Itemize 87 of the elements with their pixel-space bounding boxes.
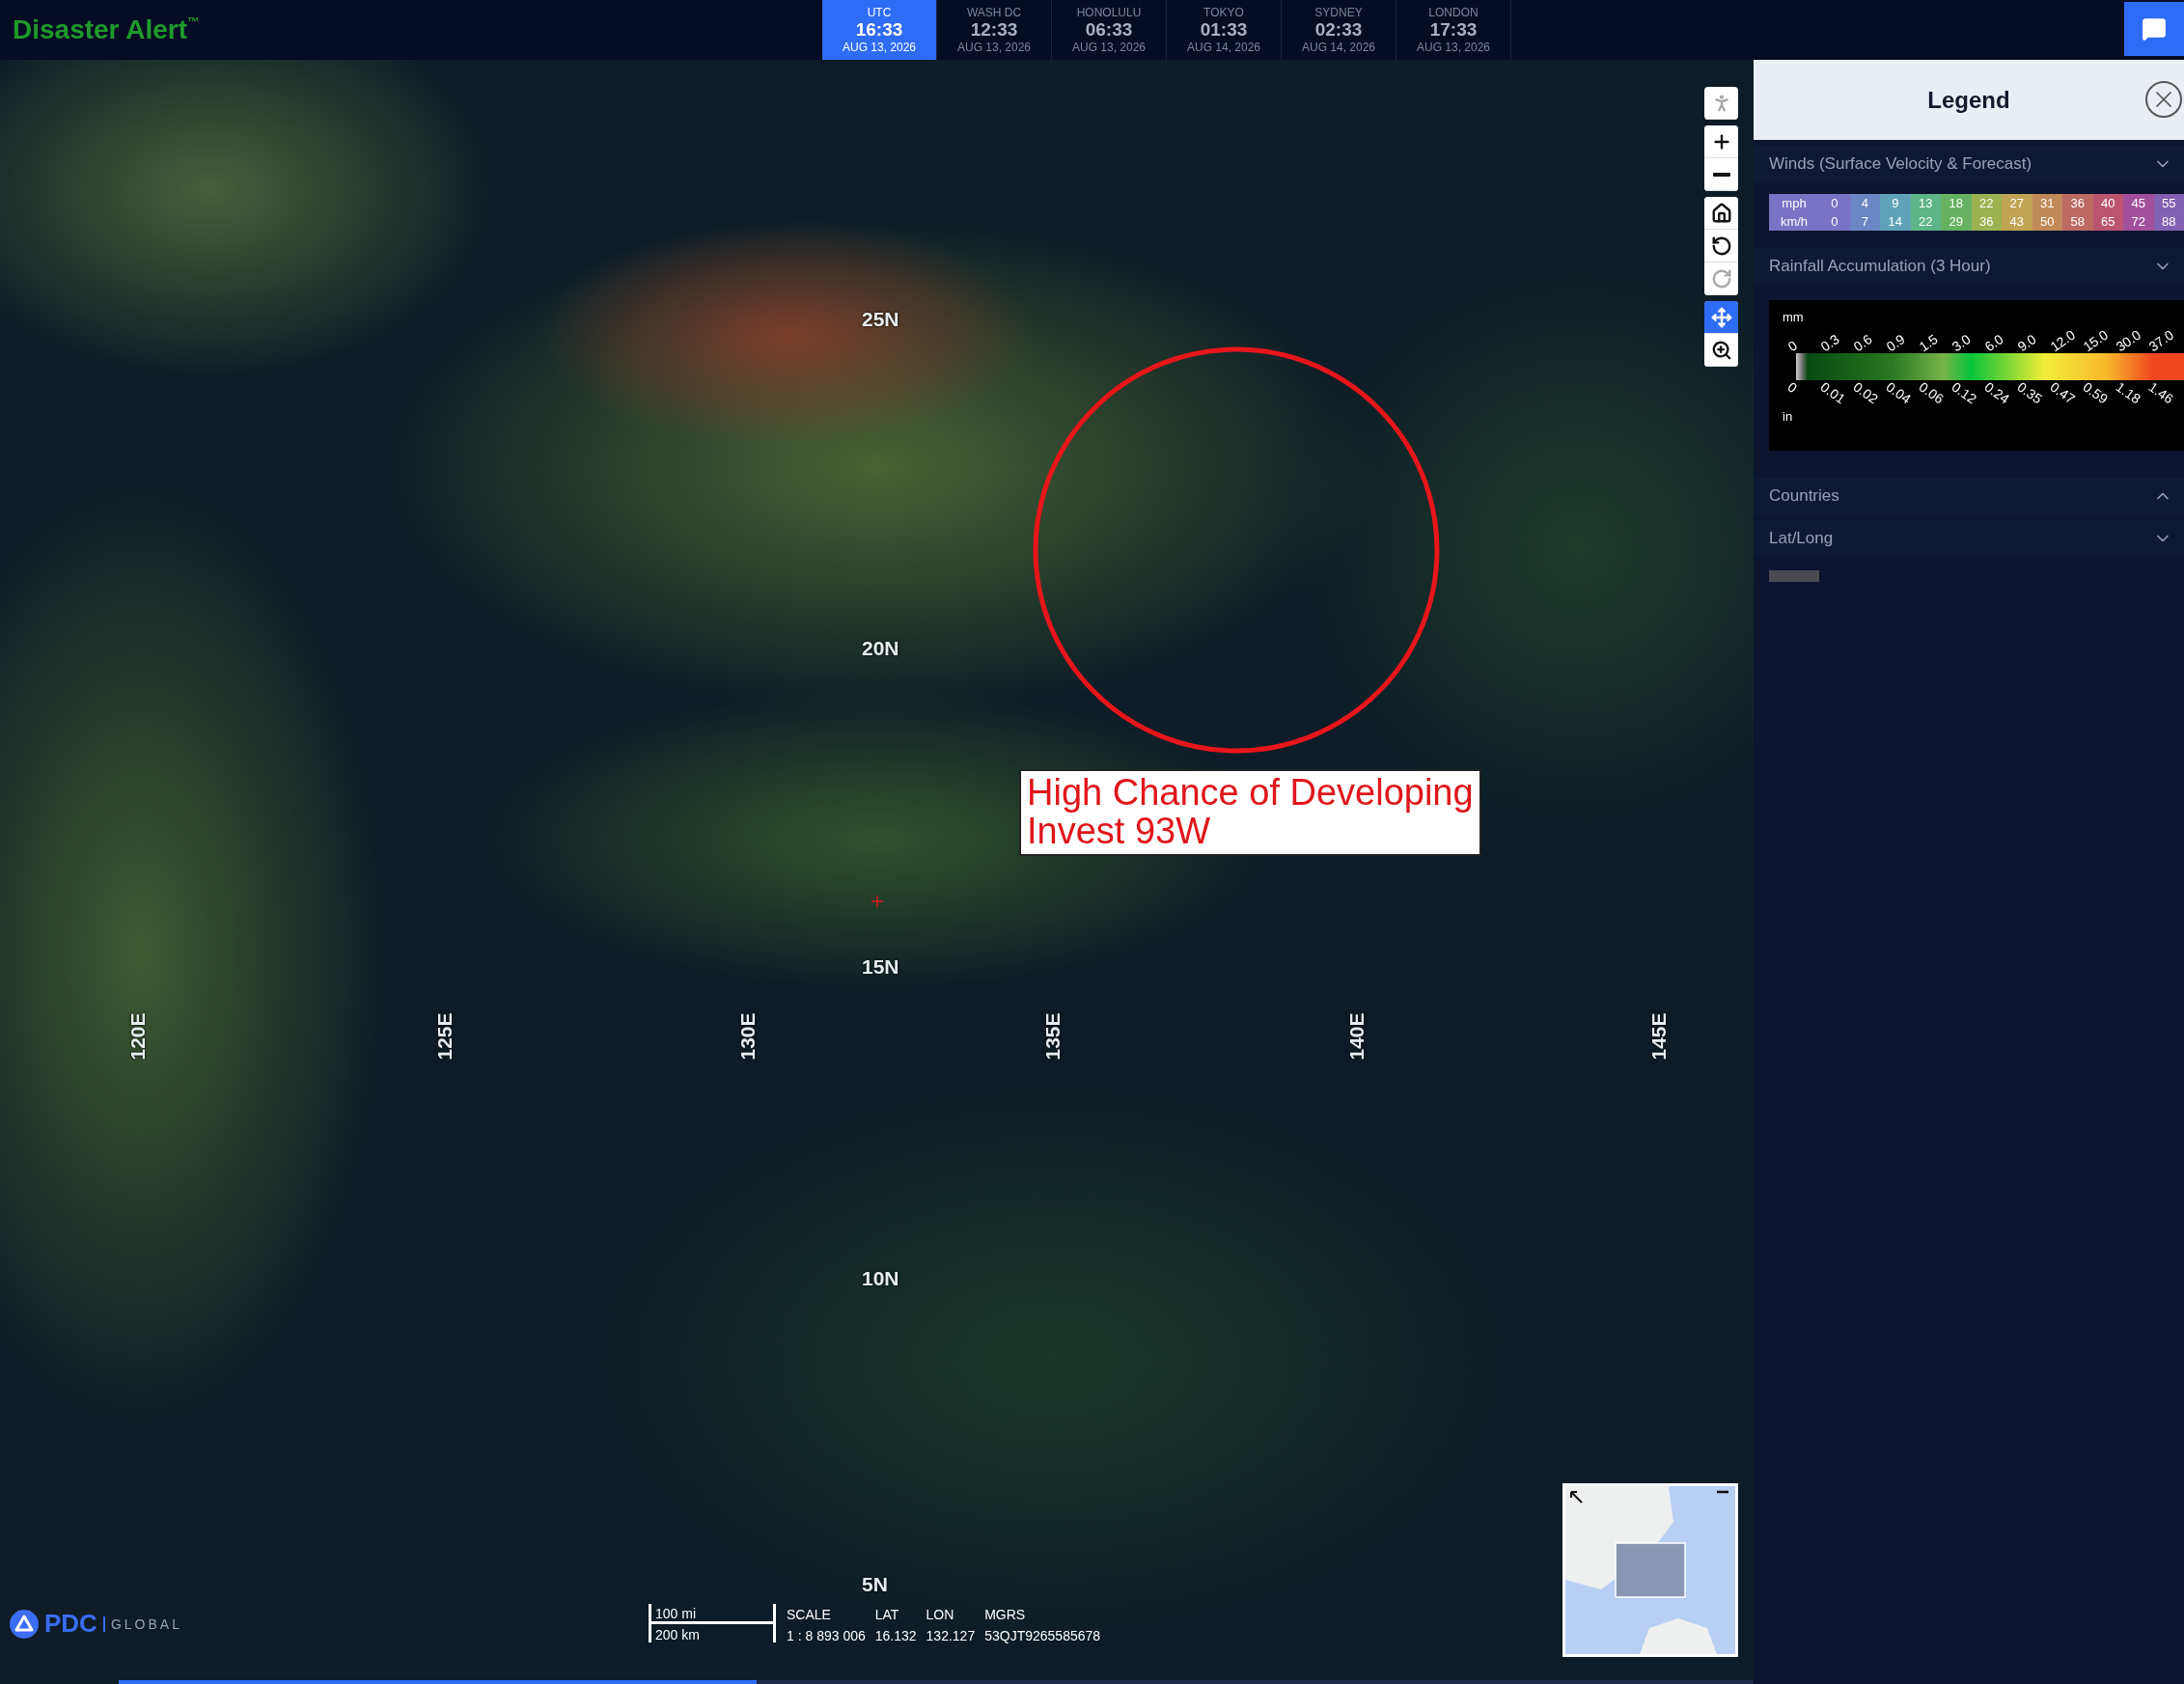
app-title: Disaster Alert™ — [12, 14, 202, 45]
tick-label: 0.04 — [1883, 378, 1915, 409]
tick-label: 1.46 — [2145, 378, 2177, 409]
tick-label: 12.0 — [2047, 325, 2079, 355]
rotate-left-icon — [1710, 235, 1732, 257]
wind-color-step: 27 43 — [2002, 194, 2032, 231]
latitude-label: 10N — [862, 1267, 899, 1290]
wind-color-step: 55 88 — [2153, 194, 2184, 231]
wind-color-step: 40 65 — [2092, 194, 2123, 231]
logo-name: PDC — [44, 1609, 97, 1639]
longitude-label: 145E — [1646, 1012, 1671, 1061]
logo-icon — [10, 1609, 39, 1639]
longitude-label: 140E — [1344, 1012, 1368, 1061]
readout-label: LON — [926, 1607, 955, 1622]
tick-label: 3.0 — [1949, 330, 1975, 355]
readout-value: 1 : 8 893 006 — [787, 1628, 866, 1643]
longitude-label: 120E — [125, 1012, 150, 1061]
tick-label: 0.59 — [2080, 378, 2112, 409]
latitude-label: 15N — [862, 955, 899, 979]
readout-value: 53QJT9265585678 — [984, 1628, 1101, 1643]
map-tool-button[interactable] — [1704, 125, 1738, 158]
overview-minimap[interactable] — [1562, 1483, 1738, 1657]
latitude-label: 5N — [862, 1573, 888, 1596]
tick-label: 0 — [1784, 336, 1802, 355]
longitude-label: 130E — [735, 1012, 760, 1061]
longitude-label: 125E — [432, 1012, 456, 1061]
feedback-button[interactable] — [2124, 2, 2184, 56]
legend-section-header[interactable]: Lat/Long — [1754, 520, 2184, 557]
annotation-callout: High Chance of Developing Invest 93W — [1019, 769, 1481, 856]
tick-label: 0.6 — [1850, 330, 1876, 355]
tick-label: 0 — [1784, 378, 1802, 399]
tick-label: 0.3 — [1817, 330, 1843, 355]
tick-label: 0.12 — [1949, 378, 1980, 409]
wind-color-step: 4 7 — [1849, 194, 1880, 231]
move-arrows-icon — [1710, 306, 1732, 328]
wind-color-step: 36 58 — [2062, 194, 2093, 231]
tick-label: 0.9 — [1883, 330, 1909, 355]
legend-section-header[interactable]: Countries — [1754, 478, 2184, 514]
readout-value: 16.132 — [874, 1628, 917, 1643]
latitude-label: 20N — [862, 637, 899, 660]
wind-color-step: 18 29 — [1941, 194, 1972, 231]
tick-label: 37.0 — [2145, 325, 2177, 355]
wind-color-step: 0 0 — [1819, 194, 1850, 231]
wind-color-step: 13 22 — [1910, 194, 1941, 231]
timeline-track[interactable] — [119, 1680, 1754, 1684]
tick-label: 6.0 — [1981, 330, 2007, 355]
close-button[interactable] — [2145, 81, 2182, 118]
wind-color-step: 45 72 — [2123, 194, 2154, 231]
longitude-label: 135E — [1040, 1012, 1064, 1061]
unit-label: mm — [1783, 310, 1805, 324]
tick-label: 15.0 — [2080, 325, 2112, 355]
tick-label: 9.0 — [2014, 330, 2040, 355]
unit-label: mph — [1782, 196, 1807, 210]
tick-label: 1.18 — [2113, 378, 2144, 409]
logo-suffix: GLOBAL — [102, 1615, 182, 1632]
map-tool-button[interactable] — [1704, 197, 1738, 230]
tick-label: 0.24 — [1981, 378, 2013, 409]
readout-value: 132.127 — [926, 1628, 976, 1643]
legend-section-header[interactable]: Winds (Surface Velocity & Forecast) — [1754, 146, 2184, 182]
readout-label: LAT — [874, 1607, 900, 1622]
zoom-icon — [1710, 339, 1732, 361]
tick-label: 0.06 — [1916, 378, 1948, 409]
scale-miles: 100 mi — [655, 1606, 697, 1621]
wind-color-step: 22 36 — [1971, 194, 2002, 231]
tick-label: 0.47 — [2047, 378, 2079, 409]
rotate-right-icon — [1710, 267, 1732, 290]
readout-label: SCALE — [787, 1607, 832, 1622]
unit-label: km/h — [1780, 214, 1809, 229]
time-zone-tab[interactable]: UTC 16:33 AUG 13, 2026 — [822, 0, 937, 60]
scale-km: 200 km — [655, 1627, 700, 1643]
home-icon — [1710, 202, 1732, 224]
unit-label: in — [1783, 409, 1794, 424]
readout-label: MGRS — [984, 1607, 1027, 1622]
line-swatch — [1769, 570, 1819, 582]
tick-label: 0.35 — [2014, 378, 2046, 409]
legend-title: Legend — [1927, 86, 2010, 114]
crosshair-icon — [871, 896, 883, 907]
tick-label: 30.0 — [2113, 325, 2144, 355]
tick-label: 0.01 — [1817, 378, 1849, 409]
wind-color-step: 9 14 — [1880, 194, 1911, 231]
speech-bubble-icon — [2142, 16, 2167, 41]
tick-label: 1.5 — [1916, 330, 1942, 355]
latitude-label: 25N — [862, 308, 899, 331]
wind-color-step: 31 50 — [2032, 194, 2062, 231]
legend-section-header[interactable]: Rainfall Accumulation (3 Hour) — [1754, 248, 2184, 285]
zoom-out-icon — [1712, 172, 1730, 177]
tick-label: 0.02 — [1850, 378, 1882, 409]
